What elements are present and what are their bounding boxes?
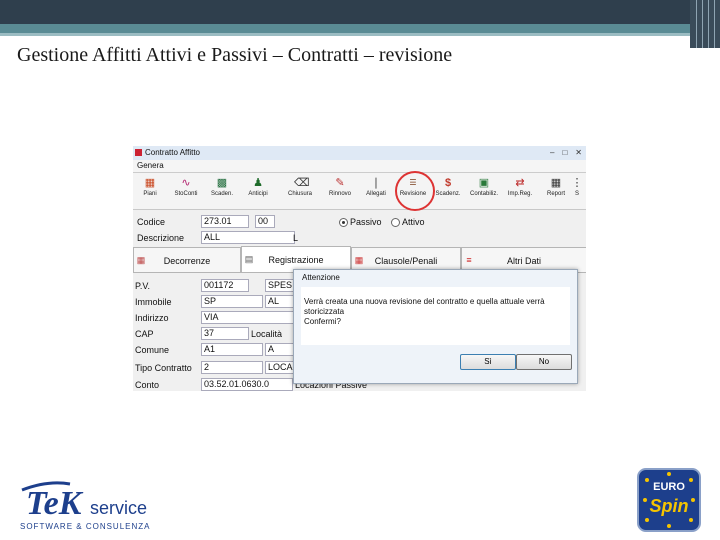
cap-label: CAP bbox=[135, 329, 154, 339]
toolbar-anticipi-button[interactable]: ♟ Anticipi bbox=[241, 177, 275, 207]
yes-button[interactable]: Sì bbox=[460, 354, 516, 370]
app-icon bbox=[135, 149, 142, 156]
toolbar-contabiliz-button[interactable]: ▣ Contabiliz. bbox=[467, 177, 501, 207]
tipo-contratto-label: Tipo Contratto bbox=[135, 363, 192, 373]
renew-icon: ✎ bbox=[335, 177, 345, 189]
toolbar-piani-button[interactable]: ▦ Piani bbox=[133, 177, 167, 207]
slide-title: Gestione Affitti Attivi e Passivi – Cont… bbox=[17, 44, 453, 66]
slide-top-stripe bbox=[0, 24, 690, 33]
toolbar: ▦ Piani ∿ StoConti ▩ Scaden. ♟ Anticipi ⌫ Chi… bbox=[133, 173, 586, 210]
toolbar-allegati-button[interactable]: ❘ Allegati bbox=[359, 177, 393, 207]
comune-field[interactable]: A1 bbox=[201, 343, 263, 356]
descrizione-suffix: L bbox=[293, 233, 299, 243]
codice-suffix-field[interactable]: 00 bbox=[255, 215, 275, 228]
attivo-label: Attivo bbox=[402, 217, 425, 227]
passivo-label: Passivo bbox=[350, 217, 382, 227]
attachment-icon: ❘ bbox=[371, 177, 381, 189]
toolbar-rinnovo-button[interactable]: ✎ Rinnovo bbox=[323, 177, 357, 207]
toolbar-scadenze-button[interactable]: ▩ Scaden. bbox=[205, 177, 239, 207]
toolbar-stoconti-button[interactable]: ∿ StoConti bbox=[169, 177, 203, 207]
conto-label: Conto bbox=[135, 380, 160, 390]
slide-top-bar bbox=[0, 0, 720, 24]
window-titlebar: Contratto Affitto – □ ✕ bbox=[133, 146, 586, 160]
codice-label: Codice bbox=[137, 217, 166, 227]
tek-service-text: service bbox=[90, 498, 147, 518]
toolbar-more-button[interactable]: ⋮ S bbox=[569, 177, 585, 207]
toolbar-chiusura-button[interactable]: ⌫ Chiusura bbox=[283, 177, 317, 207]
immobile-label: Immobile bbox=[135, 297, 172, 307]
pv-field[interactable]: 001172 bbox=[201, 279, 249, 292]
eurospin-logo-graphic: EURO Spin bbox=[637, 468, 701, 532]
tek-logo-graphic: TeK service SOFTWARE & CONSULENZA bbox=[20, 481, 151, 531]
maximize-icon[interactable]: □ bbox=[562, 148, 567, 157]
toolbar-report-button[interactable]: ▦ Report bbox=[539, 177, 573, 207]
indirizzo-label: Indirizzo bbox=[135, 313, 169, 323]
menu-genera[interactable]: Genera bbox=[137, 161, 164, 170]
attention-dialog: Attenzione Verrà creata una nuova revisi… bbox=[293, 269, 578, 384]
slide-corner-block bbox=[690, 0, 720, 48]
tab-decorrenze[interactable]: ▦ Decorrenze bbox=[133, 247, 241, 272]
localita-label: Località bbox=[251, 329, 283, 339]
tek-subtitle-text: SOFTWARE & CONSULENZA bbox=[20, 522, 151, 531]
car-icon: ▣ bbox=[478, 177, 490, 189]
spin-text: Spin bbox=[650, 496, 689, 516]
person-icon: ♟ bbox=[253, 177, 263, 189]
more-icon: ⋮ bbox=[571, 177, 583, 189]
indirizzo-field[interactable]: VIA bbox=[201, 311, 295, 324]
eurospin-logo: EURO Spin bbox=[637, 468, 701, 532]
euro-text: EURO bbox=[653, 481, 685, 493]
descrizione-label: Descrizione bbox=[137, 233, 185, 243]
register-icon: ⇄ bbox=[515, 177, 525, 189]
toolbar-scadenz-button[interactable]: $ Scadenz. bbox=[431, 177, 465, 207]
tek-service-logo: TeK service SOFTWARE & CONSULENZA bbox=[18, 478, 178, 534]
pv-label: P.V. bbox=[135, 281, 151, 291]
conto-field[interactable]: 03.52.01.0630.0 bbox=[201, 378, 293, 391]
descrizione-field[interactable]: ALL bbox=[201, 231, 295, 244]
plan-icon: ▦ bbox=[144, 177, 156, 189]
dialog-message: Verrà creata una nuova revisione del con… bbox=[304, 297, 545, 326]
dollar-icon: $ bbox=[444, 177, 452, 189]
tek-main-text: TeK bbox=[26, 485, 84, 522]
menu-bar: Genera bbox=[133, 160, 586, 173]
report-icon: ▦ bbox=[550, 177, 562, 189]
window-title: Contratto Affitto bbox=[145, 148, 200, 157]
toolbar-impreg-button[interactable]: ⇄ Imp.Reg. bbox=[503, 177, 537, 207]
slide-top-stripe-light bbox=[0, 33, 690, 36]
passivo-radio[interactable] bbox=[339, 218, 348, 227]
close-icon[interactable]: ✕ bbox=[575, 148, 582, 157]
close-contract-icon: ⌫ bbox=[294, 177, 310, 189]
attivo-radio[interactable] bbox=[391, 218, 400, 227]
tipo-contratto-field[interactable]: 2 bbox=[201, 361, 263, 374]
comune-label: Comune bbox=[135, 345, 170, 355]
calendar-icon: ▩ bbox=[216, 177, 228, 189]
cap-field[interactable]: 37 bbox=[201, 327, 249, 340]
minimize-icon[interactable]: – bbox=[550, 148, 554, 157]
revision-highlight-circle bbox=[395, 171, 435, 211]
no-button[interactable]: No bbox=[516, 354, 572, 370]
codice-field[interactable]: 273.01 bbox=[201, 215, 249, 228]
chart-icon: ∿ bbox=[181, 177, 191, 189]
dialog-title: Attenzione bbox=[302, 273, 340, 282]
immobile-field[interactable]: SP bbox=[201, 295, 263, 308]
